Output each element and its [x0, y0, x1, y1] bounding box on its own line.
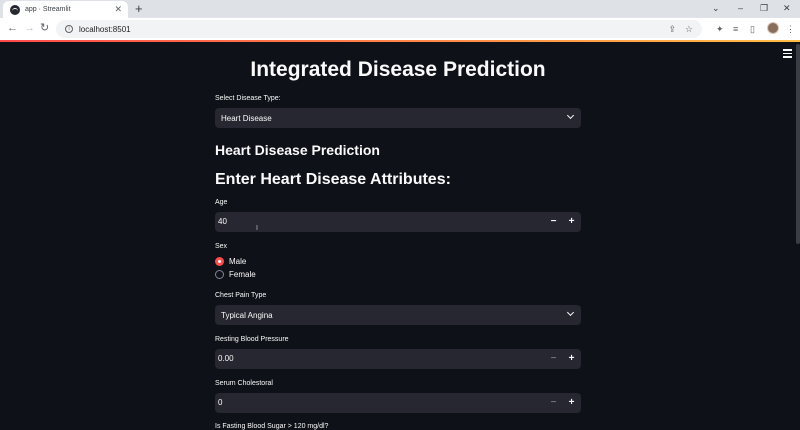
age-value[interactable]: 40	[218, 217, 227, 226]
browser-menu-icon[interactable]: ⋮	[786, 23, 795, 35]
resting-bp-value[interactable]: 0.00	[218, 354, 234, 363]
app-main	[0, 42, 796, 430]
tab-title: app · Streamlit	[25, 6, 71, 13]
browser-tab[interactable]: app · Streamlit ✕	[3, 1, 128, 18]
maximize-button[interactable]: ❐	[760, 2, 768, 14]
extensions-icon[interactable]: ✦	[716, 23, 724, 35]
chest-pain-label: Chest Pain Type	[215, 292, 267, 299]
radio-unchecked-icon[interactable]	[215, 270, 224, 279]
minimize-button[interactable]: –	[738, 2, 743, 14]
chest-pain-value: Typical Angina	[221, 310, 273, 320]
disease-type-select[interactable]: Heart Disease	[215, 108, 581, 128]
resting-bp-input[interactable]: 0.00 − +	[215, 349, 581, 369]
tab-close-icon[interactable]: ✕	[114, 4, 122, 14]
age-input[interactable]: 40 − +	[215, 212, 581, 232]
page-scrollbar[interactable]	[796, 42, 800, 430]
attributes-header: Enter Heart Disease Attributes:	[215, 171, 451, 188]
tab-search-icon[interactable]: ⌄	[712, 2, 720, 14]
resting-bp-decrement-button[interactable]: −	[546, 351, 561, 367]
main-menu-icon[interactable]	[783, 49, 792, 58]
bookmark-star-icon[interactable]: ☆	[685, 23, 693, 35]
fasting-sugar-label: Is Fasting Blood Sugar > 120 mg/dl?	[215, 423, 329, 430]
forward-button[interactable]: →	[24, 22, 35, 35]
section-header: Heart Disease Prediction	[215, 142, 380, 158]
radio-checked-icon[interactable]	[215, 257, 224, 266]
media-controls-icon[interactable]: ≡	[733, 23, 738, 35]
site-info-icon[interactable]: i	[65, 25, 73, 33]
side-panel-icon[interactable]: ▯	[750, 23, 755, 35]
reload-button[interactable]: ↻	[40, 22, 49, 35]
age-label: Age	[215, 199, 228, 206]
page-title: Integrated Disease Prediction	[250, 58, 546, 81]
sex-option-label: Male	[229, 257, 247, 266]
back-button[interactable]: ←	[7, 22, 18, 35]
streamlit-favicon-icon	[10, 4, 20, 15]
scrollbar-thumb[interactable]	[796, 44, 800, 244]
age-decrement-button[interactable]: −	[546, 214, 561, 230]
age-increment-button[interactable]: +	[564, 214, 579, 230]
sex-option-male[interactable]: Male	[215, 257, 246, 266]
url-text[interactable]: localhost:8501	[79, 25, 131, 34]
sex-option-female[interactable]: Female	[215, 270, 256, 279]
address-bar[interactable]: i localhost:8501 ⇪ ☆	[56, 20, 702, 38]
resting-bp-label: Resting Blood Pressure	[215, 336, 289, 343]
disease-select-label: Select Disease Type:	[215, 95, 281, 102]
chevron-down-icon	[566, 111, 575, 120]
cholesterol-input[interactable]: 0 − +	[215, 393, 581, 413]
resting-bp-increment-button[interactable]: +	[564, 351, 579, 367]
close-window-button[interactable]: ✕	[783, 2, 791, 14]
share-icon[interactable]: ⇪	[668, 23, 676, 35]
browser-tabstrip: app · Streamlit ✕ + ⌄ – ❐ ✕	[0, 0, 800, 18]
profile-avatar[interactable]	[767, 22, 779, 34]
text-cursor-icon: I	[256, 225, 258, 232]
cholesterol-label: Serum Cholestoral	[215, 380, 273, 387]
chest-pain-select[interactable]: Typical Angina	[215, 305, 581, 325]
cholesterol-decrement-button[interactable]: −	[546, 395, 561, 411]
browser-toolbar: ← → ↻ i localhost:8501 ⇪ ☆ ✦ ≡ ▯ ⋮	[0, 18, 800, 40]
sex-option-label: Female	[229, 270, 256, 279]
chevron-down-icon	[566, 308, 575, 317]
new-tab-button[interactable]: +	[135, 1, 143, 16]
sex-label: Sex	[215, 243, 228, 250]
cholesterol-increment-button[interactable]: +	[564, 395, 579, 411]
disease-type-value: Heart Disease	[221, 113, 272, 123]
cholesterol-value[interactable]: 0	[218, 398, 222, 407]
